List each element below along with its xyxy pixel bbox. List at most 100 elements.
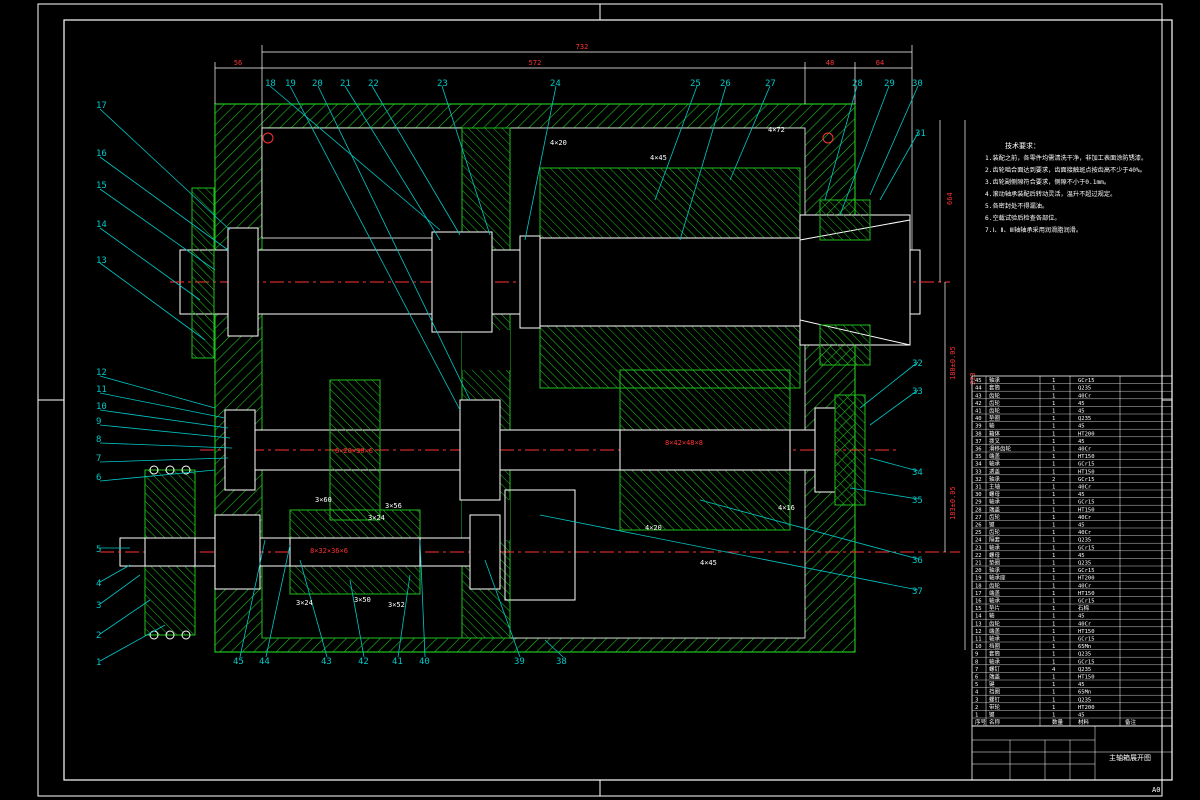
bom-cell-mat: 石棉 — [1078, 604, 1090, 612]
part-number-label: 12 — [96, 368, 107, 378]
shaft-label-3: 8×32×36×6 — [310, 547, 348, 555]
bom-cell-name: 拨叉 — [989, 437, 1001, 445]
dim-overall-length: 732 — [576, 43, 589, 51]
part-number-label: 40 — [419, 657, 430, 667]
part-number-label: 6 — [96, 473, 101, 483]
gear-label-mid-1: 3×60 — [315, 496, 332, 504]
tech-req-line: 1.装配之前，各零件均需清洗干净，非加工表面涂防锈漆。 — [985, 154, 1147, 162]
bom-cell-no: 4 — [975, 690, 979, 696]
bom-cell-name: 螺钉 — [989, 695, 1001, 703]
bom-cell-name: 螺钉 — [989, 665, 1001, 673]
bom-cell-no: 41 — [975, 409, 982, 415]
bom-cell-mat: 40Cr — [1078, 515, 1092, 521]
bom-cell-qty: 1 — [1052, 583, 1055, 589]
bom-cell-mat: HT200 — [1078, 705, 1095, 711]
bom-cell-name: 键 — [989, 711, 995, 719]
bom-cell-name: 轴承 — [989, 657, 1001, 665]
bom-cell-qty: 1 — [1052, 401, 1055, 407]
shaft-label-2: 8×42×48×8 — [665, 439, 703, 447]
bom-cell-qty: 1 — [1052, 568, 1055, 574]
bom-cell-qty: 1 — [1052, 447, 1055, 453]
bom-cell-no: 40 — [975, 416, 982, 422]
bom-cell-mat: 45 — [1078, 492, 1085, 498]
bom-cell-qty: 1 — [1052, 485, 1055, 491]
bom-cell-qty: 1 — [1052, 469, 1055, 475]
part-number-label: 30 — [912, 79, 923, 89]
bom-cell-name: 齿轮 — [989, 513, 1001, 521]
dim-right-wall: 48 — [826, 59, 834, 67]
bom-cell-mat: GCr15 — [1078, 637, 1095, 643]
bom-cell-mat: HT150 — [1078, 591, 1095, 597]
bom-cell-no: 35 — [975, 454, 982, 460]
part-number-label: 32 — [912, 359, 923, 369]
bom-cell-no: 10 — [975, 644, 982, 650]
bom-cell-name: 端盖 — [989, 505, 1001, 513]
bom-cell-no: 20 — [975, 568, 982, 574]
bom-cell-qty: 1 — [1052, 386, 1055, 392]
bom-cell-mat: 40Cr — [1078, 393, 1092, 399]
bom-cell-mat: GCr15 — [1078, 378, 1095, 384]
bom-cell-mat: 65Mn — [1078, 644, 1091, 650]
bom-cell-qty: 1 — [1052, 424, 1055, 430]
part-number-label: 36 — [912, 556, 923, 566]
bom-cell-no: 45 — [975, 378, 982, 384]
bom-cell-qty: 1 — [1052, 652, 1055, 658]
bom-cell-mat: 45 — [1078, 439, 1085, 445]
part-number-label: 23 — [437, 79, 448, 89]
bom-cell-name: 带轮 — [989, 703, 1001, 711]
part-number-label: 37 — [912, 587, 923, 597]
bom-cell-mat: GCr15 — [1078, 545, 1095, 551]
bom-cell-qty: 1 — [1052, 409, 1055, 415]
bom-cell-no: 37 — [975, 439, 982, 445]
bom-table: 45 轴承 1 GCr1544 套筒 1 Q23543 齿轮 1 40Cr42 齿轮 1 4541 齿轮 1… — [971, 375, 1173, 727]
gear-label-low-6: 4×45 — [700, 559, 717, 567]
bom-cell-qty: 1 — [1052, 697, 1055, 703]
bom-cell-no: 14 — [975, 614, 982, 620]
bom-cell-name: 轴承 — [989, 475, 1001, 483]
bom-cell-name: 轴承 — [989, 566, 1001, 574]
bom-cell-no: 44 — [975, 386, 982, 392]
bom-cell-no: 7 — [975, 667, 978, 673]
part-number-label: 26 — [720, 79, 731, 89]
bom-cell-mat: HT150 — [1078, 507, 1095, 513]
bom-cell-qty: 1 — [1052, 682, 1055, 688]
part-number-label: 35 — [912, 496, 923, 506]
bom-cell-name: 垫圈 — [989, 414, 1001, 422]
title-block-title: 主轴箱展开图 — [1109, 753, 1151, 762]
bom-cell-mat: GCr15 — [1078, 568, 1095, 574]
bom-cell-mat: 40Cr — [1078, 583, 1092, 589]
bom-cell-no: 27 — [975, 515, 982, 521]
bom-cell-qty: 1 — [1052, 431, 1055, 437]
bom-cell-no: 36 — [975, 447, 982, 453]
bom-cell-qty: 1 — [1052, 621, 1055, 627]
bom-cell-name: 轴承 — [989, 376, 1001, 384]
part-number-label: 39 — [514, 657, 525, 667]
part-number-label: 4 — [96, 579, 101, 589]
bom-cell-mat: 45 — [1078, 553, 1085, 559]
bom-cell-name: 轴承 — [989, 543, 1001, 551]
bom-cell-mat: 45 — [1078, 424, 1085, 430]
part-number-label: 14 — [96, 220, 107, 230]
bom-cell-name: 套筒 — [989, 650, 1001, 658]
part-number-label: 34 — [912, 468, 923, 478]
bom-header-no: 序号 — [975, 718, 987, 726]
bom-cell-qty: 1 — [1052, 637, 1055, 643]
bom-cell-qty: 1 — [1052, 591, 1055, 597]
bom-cell-mat: 45 — [1078, 401, 1085, 407]
bom-cell-name: 挡圈 — [989, 688, 1001, 696]
dim-center-dist-1: 180±0.05 — [949, 346, 957, 380]
bom-cell-name: 键 — [989, 521, 995, 529]
bom-cell-no: 18 — [975, 583, 982, 589]
bom-cell-qty: 1 — [1052, 675, 1055, 681]
dim-flange: 64 — [876, 59, 884, 67]
bom-cell-no: 42 — [975, 401, 982, 407]
bom-cell-qty: 1 — [1052, 561, 1055, 567]
tech-req-title: 技术要求： — [1005, 141, 1040, 150]
bom-cell-name: 端盖 — [989, 627, 1001, 635]
bom-cell-qty: 1 — [1052, 416, 1055, 422]
bom-cell-name: 箱体 — [989, 429, 1001, 437]
bom-cell-mat: 65Mn — [1078, 690, 1091, 696]
bom-cell-name: 齿轮 — [989, 399, 1001, 407]
bom-cell-no: 33 — [975, 469, 982, 475]
bom-cell-no: 29 — [975, 500, 982, 506]
